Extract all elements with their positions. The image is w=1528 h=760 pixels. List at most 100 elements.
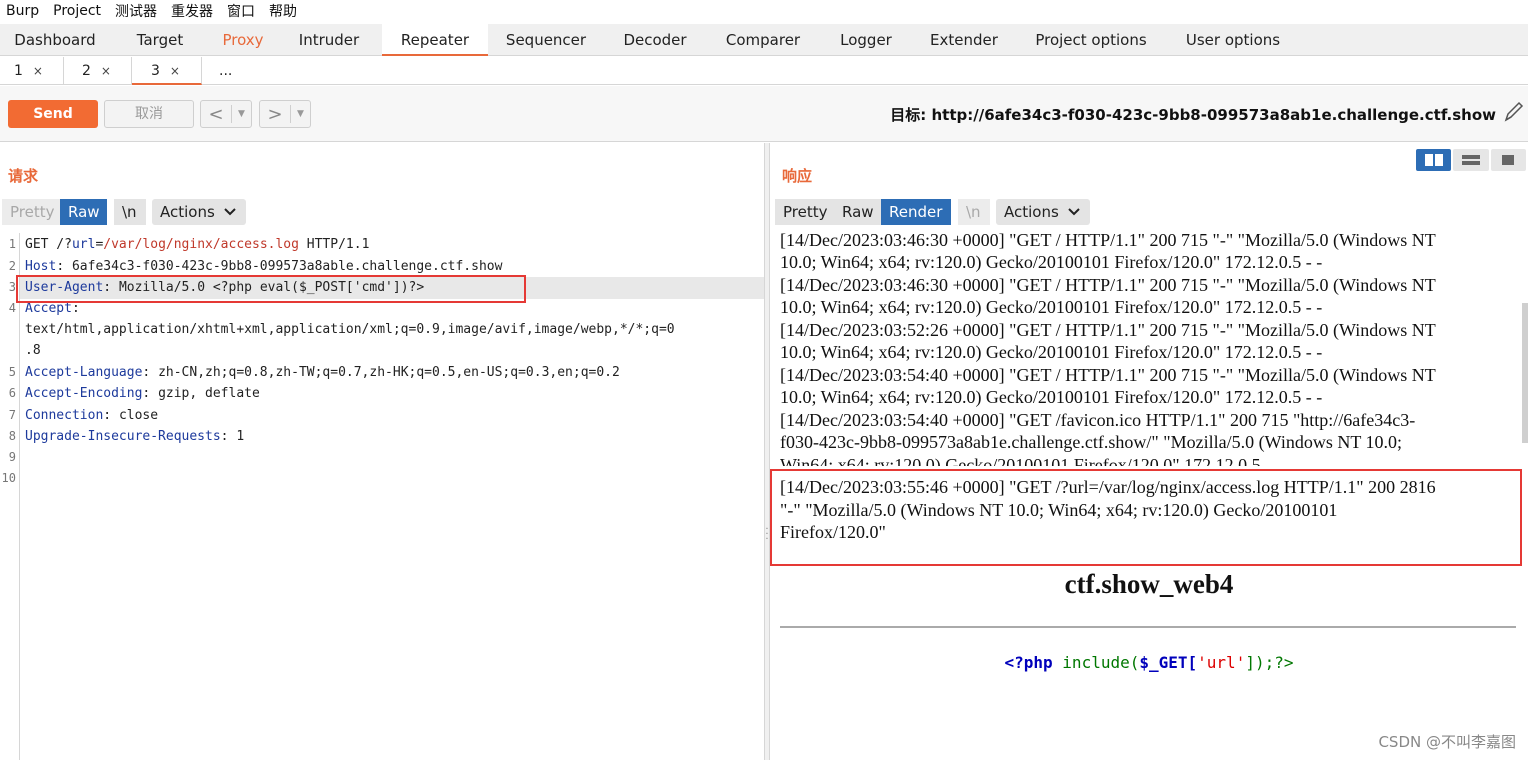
repeater-toolbar: Send 取消 < ▼ > ▼ 目标: http://6afe34c3-f030… [0,86,1528,142]
header-sep: : [103,408,119,423]
line-number-gutter: 1 2 3 4 5 6 7 8 9 10 [0,233,20,760]
tab-repeater[interactable]: Repeater [382,24,488,56]
vertical-scrollbar[interactable] [1522,303,1528,443]
line-number: 1 [8,237,16,251]
menu-bar: Burp Project 测试器 重发器 窗口 帮助 [0,0,1528,22]
header-sep: : [71,301,80,316]
menu-repeater[interactable]: 重发器 [165,1,221,21]
header-line: Connection: close [25,408,760,423]
tab-project-options[interactable]: Project options [1016,24,1166,56]
log-line: 10.0; Win64; x64; rv:120.0) Gecko/201001… [780,252,1323,272]
repeater-subtab-bar: 1 × 2 × 3 × ... [0,57,1528,85]
log-line: [14/Dec/2023:03:46:30 +0000] "GET / HTTP… [780,275,1436,295]
menu-help[interactable]: 帮助 [263,1,305,21]
log-line: [14/Dec/2023:03:54:40 +0000] "GET /favic… [780,410,1416,430]
actions-dropdown[interactable]: Actions [152,199,246,225]
history-forward-button[interactable]: > ▼ [259,100,311,128]
rendered-response: [14/Dec/2023:03:46:30 +0000] "GET / HTTP… [770,233,1528,760]
main-tab-bar: Dashboard Target Proxy Intruder Repeater… [0,24,1528,56]
line-number: 2 [8,259,16,273]
repeater-tab-more[interactable]: ... [202,57,252,85]
header-value-wrapped: text/html,application/xhtml+xml,applicat… [25,322,675,337]
burp-window: Burp Project 测试器 重发器 窗口 帮助 Dashboard Tar… [0,0,1528,760]
line-number: 7 [8,408,16,422]
tab-user-options[interactable]: User options [1166,24,1300,56]
repeater-tab-label: 3 [151,63,160,79]
target-label: 目标: http://6afe34c3-f030-423c-9bb8-09957… [890,106,1496,124]
header-value-wrapped: .8 [25,343,41,358]
back-arrow-icon: < [208,103,224,125]
log-line: [14/Dec/2023:03:52:26 +0000] "GET / HTTP… [780,320,1436,340]
pencil-icon[interactable] [1502,98,1524,124]
header-value: close [118,408,159,423]
layout-split-icon[interactable] [1416,149,1452,171]
raw-toggle[interactable]: Raw [833,199,881,225]
repeater-tab-3[interactable]: 3 × [132,57,202,85]
repeater-tab-1[interactable]: 1 × [0,57,64,85]
response-title: 响应 [782,167,813,185]
pretty-toggle[interactable]: Pretty [2,199,60,225]
log-line: 10.0; Win64; x64; rv:120.0) Gecko/201001… [780,342,1323,362]
response-panel: 响应 Pretty Raw Render \n Actions [14/Dec/… [770,143,1528,760]
more-tabs-label: ... [219,63,233,79]
line-number: 10 [1,471,16,485]
cancel-button[interactable]: 取消 [104,100,194,128]
drag-handle-icon[interactable]: · · · [765,525,769,545]
header-sep: : [142,386,159,401]
watermark: CSDN @不叫李嘉图 [1378,733,1516,751]
tab-intruder[interactable]: Intruder [276,24,382,56]
close-icon[interactable]: × [33,64,43,78]
layout-single-icon[interactable] [1490,149,1526,171]
chevron-down-icon [224,208,236,216]
php-source: <?php include($_GET['url']);?> [770,653,1528,672]
layout-horizontal-icon[interactable] [1453,149,1489,171]
header-value: 6afe34c3-f030-423c-9bb8-099573a8able.cha… [71,259,503,274]
newline-toggle[interactable]: \n [958,199,990,225]
actions-dropdown[interactable]: Actions [996,199,1090,225]
request-title: 请求 [8,167,39,185]
header-key: Connection [25,408,104,423]
repeater-tab-2[interactable]: 2 × [64,57,132,85]
header-value: zh-CN,zh;q=0.8,zh-TW;q=0.7,zh-HK;q=0.5,e… [158,365,620,380]
tab-extender[interactable]: Extender [912,24,1016,56]
repeater-tab-label: 2 [82,63,91,79]
header-sep: : [220,429,237,444]
request-panel: 请求 Pretty Raw \n Actions 1 2 3 4 5 6 7 8… [0,143,764,760]
log-line: f030-423c-9bb8-099573a8ab1e.challenge.ct… [780,432,1403,452]
php-close: ]);?> [1245,653,1294,672]
history-back-button[interactable]: < ▼ [200,100,252,128]
menu-project[interactable]: Project [47,3,109,19]
header-line: Accept-Language: zh-CN,zh;q=0.8,zh-TW;q=… [25,365,760,380]
pretty-toggle[interactable]: Pretty [775,199,833,225]
tab-target[interactable]: Target [110,24,210,56]
chevron-down-icon[interactable]: ▼ [231,105,251,123]
menu-tester[interactable]: 测试器 [109,1,165,21]
header-line: Accept-Encoding: gzip, deflate [25,386,760,401]
forward-arrow-icon: > [267,103,283,125]
tab-logger[interactable]: Logger [820,24,912,56]
page-title: ctf.show_web4 [1064,569,1234,599]
render-toggle[interactable]: Render [881,199,951,225]
send-button[interactable]: Send [8,100,98,128]
php-url-string: 'url' [1197,653,1246,672]
menu-window[interactable]: 窗口 [221,1,263,21]
raw-toggle[interactable]: Raw [60,199,107,225]
user-agent-highlight-box [16,275,526,303]
tab-proxy[interactable]: Proxy [210,24,276,56]
header-key: Accept [25,301,72,316]
tab-sequencer[interactable]: Sequencer [488,24,604,56]
newline-toggle[interactable]: \n [114,199,146,225]
header-key: Accept-Language [25,365,143,380]
line-number: 6 [8,386,16,400]
request-editor[interactable]: 1 2 3 4 5 6 7 8 9 10 GET /?url=/var/log/… [0,233,764,760]
repeater-tab-label: 1 [14,63,23,79]
close-icon[interactable]: × [170,64,180,78]
chevron-down-icon[interactable]: ▼ [290,105,310,123]
menu-burp[interactable]: Burp [0,3,47,19]
log-line: [14/Dec/2023:03:46:30 +0000] "GET / HTTP… [780,233,1436,250]
php-get-var: $_GET[ [1139,653,1198,672]
tab-decoder[interactable]: Decoder [604,24,706,56]
close-icon[interactable]: × [101,64,111,78]
tab-comparer[interactable]: Comparer [706,24,820,56]
tab-dashboard[interactable]: Dashboard [0,24,110,56]
